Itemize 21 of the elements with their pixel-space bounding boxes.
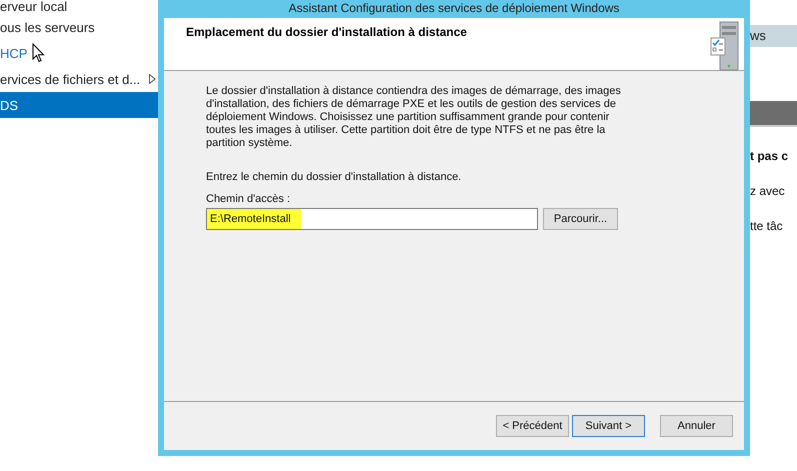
sidebar-item[interactable]: DS: [0, 92, 158, 118]
instruction-text: Entrez le chemin du dossier d'installation à distance.: [206, 171, 462, 183]
wizard-button[interactable]: Annuler: [660, 415, 733, 437]
sidebar-item[interactable]: HCP: [0, 40, 158, 66]
sidebar-item[interactable]: ervices de fichiers et d...: [0, 66, 158, 92]
panel-text: z avec: [750, 184, 786, 200]
page-heading: Emplacement du dossier d'installation à distance: [186, 24, 467, 41]
browse-button[interactable]: Parcourir...: [543, 208, 618, 230]
window-title: Assistant Configuration des services de déploiement Windows: [164, 0, 744, 18]
panel-text: t pas c: [750, 149, 790, 165]
tab[interactable]: ws: [750, 25, 797, 47]
sidebar-item[interactable]: erveur local: [0, 0, 158, 14]
path-input-field[interactable]: E:\RemoteInstall: [206, 208, 538, 230]
description-text: Le dossier d'installation à distance contiendra des images de démarrage, des images d'installation, des fichiers de démarrage PXE et les outils de gestion des services de déploiement Windows. Choisissez une partition suffisamment grande pour contenir toutes les images à utiliser. Cette partition doit être de type NTFS et ne pas être la partition système.: [206, 85, 622, 150]
panel-text: tte tâc: [750, 219, 784, 235]
sidebar-item[interactable]: ous les serveurs: [0, 14, 158, 40]
wizard-button[interactable]: Suivant >: [572, 415, 645, 437]
mouse-pointer-icon: [32, 43, 45, 63]
field-label: Chemin d'accès :: [206, 193, 292, 205]
panel-header-bar: [750, 101, 797, 127]
wizard-button[interactable]: < Précédent: [496, 415, 569, 437]
